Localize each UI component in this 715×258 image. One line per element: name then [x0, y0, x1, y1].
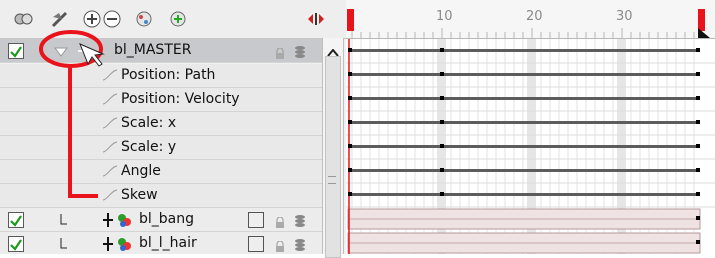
annotation-line — [68, 66, 98, 198]
keyframe[interactable] — [440, 144, 444, 148]
keyframe[interactable] — [348, 48, 352, 52]
keyframe[interactable] — [696, 120, 700, 124]
keyframe[interactable] — [440, 192, 444, 196]
track-scale-y[interactable] — [346, 135, 715, 159]
keyframe[interactable] — [696, 96, 700, 100]
keyframe[interactable] — [348, 72, 352, 76]
ruler-tick-label: 20 — [526, 9, 543, 24]
end-marker-arrow-icon — [698, 28, 710, 38]
frame-ruler[interactable]: 10 20 30 — [346, 0, 715, 39]
keyframe[interactable] — [440, 72, 444, 76]
keyframe[interactable] — [348, 120, 352, 124]
track-line — [350, 49, 696, 52]
track-bl-bang[interactable] — [346, 207, 715, 231]
track-position-path[interactable] — [346, 63, 715, 87]
track-line — [350, 169, 696, 172]
annotation-overlay — [39, 30, 105, 198]
keyframe[interactable] — [348, 96, 352, 100]
ruler-tick-label: 30 — [616, 9, 633, 24]
keyframe[interactable] — [696, 168, 700, 172]
track-scale-x[interactable] — [346, 111, 715, 135]
track-line — [350, 193, 696, 196]
keyframe[interactable] — [440, 168, 444, 172]
keyframe[interactable] — [440, 96, 444, 100]
keyframe[interactable] — [696, 72, 700, 76]
keyframe[interactable] — [696, 240, 700, 244]
keyframe[interactable] — [696, 48, 700, 52]
keyframe[interactable] — [440, 48, 444, 52]
track-line — [350, 121, 696, 124]
ruler-tick-label: 10 — [436, 9, 453, 24]
track-line — [350, 73, 696, 76]
start-marker[interactable] — [347, 9, 354, 31]
track-skew[interactable] — [346, 183, 715, 207]
track-bl-l-hair[interactable] — [346, 231, 715, 255]
track-position-velocity[interactable] — [346, 87, 715, 111]
track-line — [350, 97, 696, 100]
keyframe[interactable] — [348, 192, 352, 196]
track-master[interactable] — [346, 39, 715, 63]
track-angle[interactable] — [346, 159, 715, 183]
keyframe[interactable] — [696, 192, 700, 196]
keyframe[interactable] — [696, 216, 700, 220]
keyframe[interactable] — [348, 168, 352, 172]
track-line — [350, 145, 696, 148]
keyframe[interactable] — [348, 144, 352, 148]
keyframe[interactable] — [696, 144, 700, 148]
keyframe[interactable] — [440, 120, 444, 124]
